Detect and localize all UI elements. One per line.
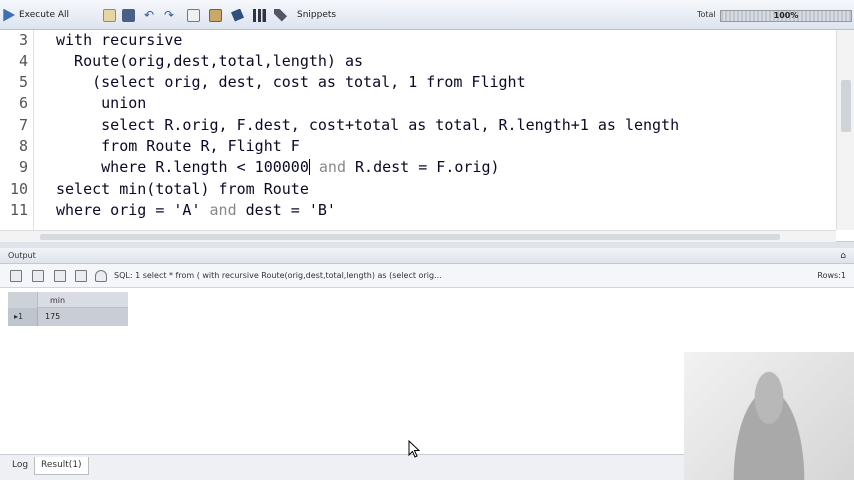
code-segment: dest = 'B': [236, 201, 336, 219]
row-count: Rows:1: [817, 271, 846, 280]
code-segment: R.dest = F.orig): [346, 158, 500, 176]
grid-header: min: [8, 292, 128, 308]
scrollbar-thumb[interactable]: [841, 80, 851, 132]
mouse-pointer-icon: [408, 440, 420, 458]
result-grid: min ▸1 175: [8, 292, 128, 327]
line-number-gutter: 3 4 5 6 7 8 9 10 11: [0, 30, 34, 230]
line-number: 6: [18, 94, 28, 112]
code-line: select R.orig, F.dest, cost+total as tot…: [56, 116, 680, 134]
editor-vertical-scrollbar[interactable]: [836, 30, 854, 230]
tab-result[interactable]: Result(1): [34, 457, 89, 475]
code-line: from Route R, Flight F: [56, 137, 300, 155]
chart-button[interactable]: [253, 7, 266, 23]
total-progress-bar: 100%: [720, 10, 852, 22]
output-title: Output: [8, 251, 36, 260]
line-number: 5: [18, 73, 28, 91]
snippets-label: Snippets: [297, 10, 337, 20]
row-marker: ▸1: [14, 312, 24, 321]
tools-button[interactable]: [274, 7, 287, 23]
code-line: union: [56, 94, 147, 112]
column-header-min[interactable]: min: [50, 296, 65, 305]
line-number: 8: [18, 137, 28, 155]
save-button[interactable]: [122, 7, 135, 23]
chart-icon: [253, 8, 266, 22]
grid-view-icon[interactable]: [32, 270, 44, 282]
total-label: Total: [697, 10, 716, 19]
sql-statement-text: SQL: 1 select * from ( with recursive Ro…: [114, 271, 442, 280]
code-keyword-and: and: [209, 201, 237, 219]
editor-horizontal-scrollbar[interactable]: [0, 230, 836, 242]
row-indicator: ▸1: [8, 308, 38, 326]
redo-button[interactable]: ↷: [164, 7, 174, 23]
output-tabs: Log Result(1): [0, 454, 684, 480]
code-keyword-and: and: [318, 158, 346, 176]
code-line: select min(total) from Route: [56, 180, 309, 198]
copy-icon: [187, 8, 200, 22]
code-segment: where R.length < 100000: [56, 158, 309, 176]
save-icon: [122, 8, 135, 22]
line-number: 3: [18, 31, 28, 49]
grid-corner[interactable]: [8, 292, 38, 308]
table-row[interactable]: ▸1 175: [8, 308, 128, 326]
filter-icon[interactable]: [95, 270, 107, 282]
format-button[interactable]: [231, 7, 244, 23]
play-icon: [3, 8, 15, 22]
tools-icon: [274, 8, 287, 22]
sql-editor[interactable]: 3 4 5 6 7 8 9 10 11 with recursive Route…: [0, 30, 854, 242]
redo-icon: ↷: [164, 8, 175, 22]
line-number: 9: [18, 158, 28, 176]
output-panel-header: Output ⌂: [0, 248, 854, 264]
scrollbar-thumb[interactable]: [40, 234, 780, 240]
line-number: 7: [18, 116, 28, 134]
code-line: with recursive: [56, 31, 183, 49]
undo-button[interactable]: ↶: [144, 7, 154, 23]
line-number: 11: [9, 201, 28, 219]
code-line: where orig = 'A' and dest = 'B': [56, 201, 336, 219]
copy-button[interactable]: [187, 7, 200, 23]
new-button[interactable]: [103, 7, 116, 23]
presenter-silhouette: [724, 366, 814, 480]
code-line: Route(orig,dest,total,length) as: [56, 52, 364, 70]
brush-icon: [231, 8, 244, 22]
progress-text: 100%: [773, 11, 799, 20]
refresh-icon[interactable]: [75, 270, 87, 282]
code-line: (select orig, dest, cost as total, 1 fro…: [56, 73, 526, 91]
export-icon[interactable]: [10, 270, 22, 282]
execute-all-label: Execute All: [19, 10, 70, 20]
execute-all-button[interactable]: Execute All: [2, 7, 69, 23]
new-file-icon: [103, 8, 116, 22]
undo-icon: ↶: [144, 8, 155, 22]
snippets-button[interactable]: Snippets: [297, 7, 336, 23]
main-toolbar: Execute All ↶ ↷ Snippets Total 100%: [0, 0, 854, 30]
text-caret: [308, 159, 310, 175]
output-toolbar: SQL: 1 select * from ( with recursive Ro…: [0, 264, 854, 288]
pin-icon[interactable]: ⌂: [840, 251, 846, 261]
line-number: 4: [18, 52, 28, 70]
tab-log[interactable]: Log: [6, 457, 34, 475]
cell-min-value[interactable]: 175: [45, 312, 60, 321]
code-segment: where orig = 'A': [56, 201, 210, 219]
webcam-overlay: [684, 352, 854, 480]
image-icon[interactable]: [54, 270, 66, 282]
line-number: 10: [9, 180, 28, 198]
paste-icon: [209, 8, 222, 22]
paste-button[interactable]: [209, 7, 222, 23]
code-line: where R.length < 100000 and R.dest = F.o…: [56, 158, 500, 176]
